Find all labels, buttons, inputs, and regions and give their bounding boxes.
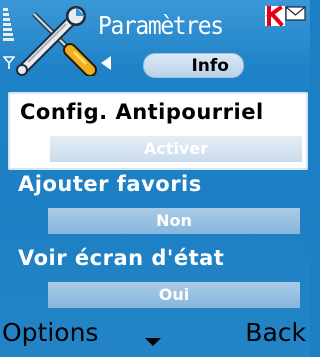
tools-icon xyxy=(16,6,97,76)
tab-left-arrow-icon[interactable] xyxy=(101,56,111,70)
setting-add-favorites-value: Non xyxy=(48,208,300,234)
setting-add-favorites[interactable]: Ajouter favoris Non xyxy=(8,166,308,244)
tab-info[interactable]: Info xyxy=(143,53,244,78)
setting-status-screen[interactable]: Voir écran d'état Oui xyxy=(8,240,308,318)
setting-antispam-value: Activer xyxy=(50,136,302,162)
setting-add-favorites-label: Ajouter favoris xyxy=(18,172,202,196)
kaspersky-k-icon xyxy=(265,5,306,27)
envelope-icon xyxy=(285,6,306,21)
setting-status-screen-label: Voir écran d'état xyxy=(18,246,225,270)
back-softkey[interactable]: Back xyxy=(245,318,306,347)
tab-info-label: Info xyxy=(191,56,229,76)
options-softkey[interactable]: Options xyxy=(2,318,98,347)
setting-antispam[interactable]: Config. Antipourriel Activer xyxy=(8,92,308,170)
screen: Paramètres Info Config. Antipourriel Act… xyxy=(0,0,310,357)
setting-antispam-label: Config. Antipourriel xyxy=(20,100,264,124)
menu-down-arrow-icon[interactable] xyxy=(145,338,161,346)
setting-status-screen-value: Oui xyxy=(48,282,300,308)
page-title: Paramètres xyxy=(98,11,224,40)
